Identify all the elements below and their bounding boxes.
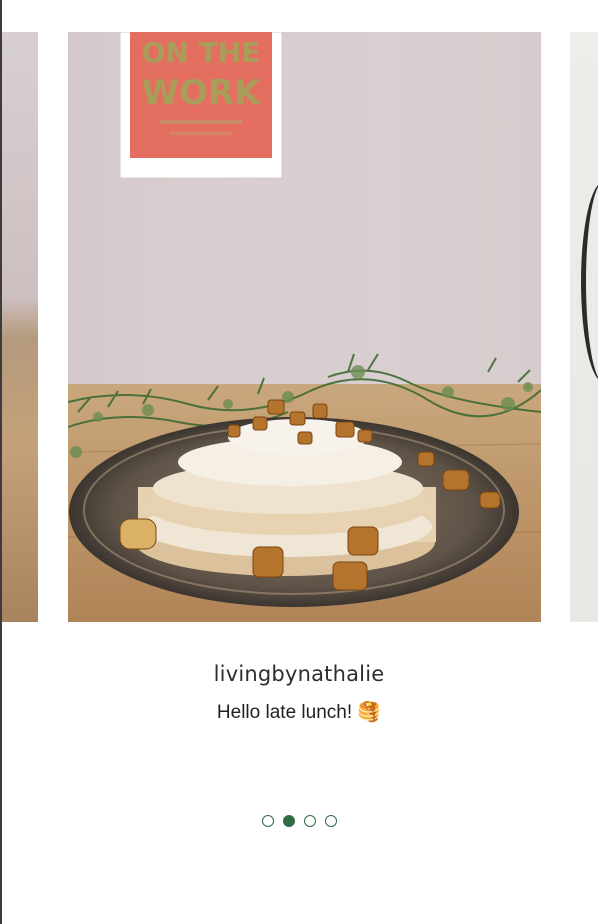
pagination-dot-2[interactable] <box>282 815 295 827</box>
current-slide-image[interactable]: ON THE WORK <box>68 32 541 622</box>
svg-text:ON THE: ON THE <box>142 36 261 69</box>
pagination-dot-4[interactable] <box>324 815 337 827</box>
next-slide-arc-shape <box>581 182 598 382</box>
post-username[interactable]: livingbynathalie <box>0 656 598 692</box>
previous-slide-peek[interactable] <box>2 32 38 622</box>
post-caption-text: Hello late lunch! 🥞 <box>216 702 382 723</box>
pagination-dot-3[interactable] <box>303 815 316 827</box>
instagram-feed-widget: ON THE WORK livingbynathalie Hello late … <box>0 0 598 924</box>
photo-carousel[interactable]: ON THE WORK <box>0 0 598 860</box>
carousel-pagination <box>0 815 598 827</box>
pancake-stack-photo: ON THE WORK <box>68 32 541 622</box>
next-slide-peek[interactable] <box>570 32 598 622</box>
svg-text:WORK: WORK <box>142 73 263 113</box>
post-caption-block: livingbynathalie Hello late lunch! 🥞 <box>0 656 598 726</box>
pagination-dot-1[interactable] <box>261 815 274 827</box>
